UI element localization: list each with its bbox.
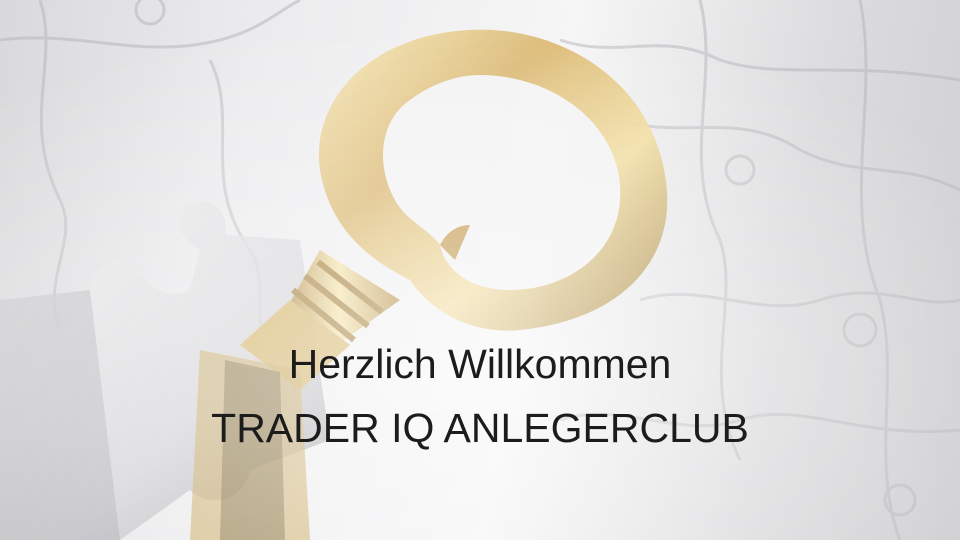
slide-title: Herzlich Willkommen TRADER IQ ANLEGERCLU…: [0, 332, 960, 460]
title-slide: Herzlich Willkommen TRADER IQ ANLEGERCLU…: [0, 0, 960, 540]
welcome-heading: Herzlich Willkommen: [288, 341, 672, 387]
club-name-heading: TRADER IQ ANLEGERCLUB: [211, 405, 749, 451]
